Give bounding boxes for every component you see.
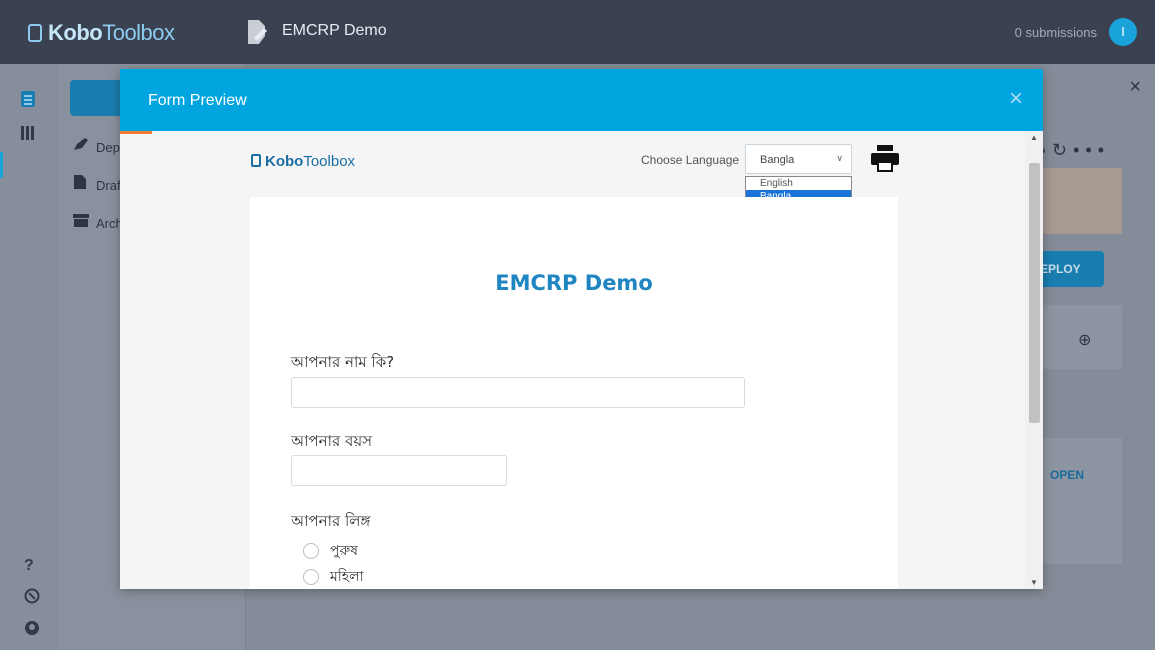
form-card: EMCRP Demo আপনার নাম কি? আপনার বয়স আপনা… (250, 197, 898, 589)
github-icon[interactable] (24, 620, 40, 636)
form-preview-modal: Form Preview × KoboToolbox Choose Langua… (120, 69, 1043, 589)
question-label-name: আপনার নাম কি? (291, 353, 395, 371)
project-title: EMCRP Demo (282, 22, 387, 39)
sidebar-item-label: Dep (96, 140, 120, 155)
background-alert-card (1040, 168, 1122, 234)
more-icon[interactable]: ••• (1073, 140, 1110, 160)
sidebar-item-archived[interactable]: Arch (72, 212, 123, 231)
library-icon[interactable] (20, 124, 36, 142)
language-select[interactable]: Bangla ∨ (745, 144, 852, 174)
radio-label-female: মহিলা (330, 569, 364, 585)
logo-text-bold: Kobo (48, 20, 103, 45)
preview-scrollbar[interactable]: ▲ ▼ (1025, 131, 1043, 589)
language-label: Choose Language (641, 153, 740, 167)
name-input[interactable] (291, 377, 745, 408)
scroll-down-arrow[interactable]: ▼ (1030, 578, 1038, 587)
chevron-down-icon: ∨ (836, 153, 843, 163)
archive-icon (73, 214, 89, 227)
scroll-up-arrow[interactable]: ▲ (1030, 133, 1038, 142)
logo-text: Toolbox (303, 153, 356, 170)
forms-icon[interactable] (20, 90, 36, 108)
modal-title: Form Preview (148, 92, 247, 109)
globe-icon[interactable]: ⊕ (1078, 330, 1091, 350)
submissions-count: 0 submissions (1014, 25, 1097, 40)
close-icon[interactable]: × (1009, 85, 1023, 113)
gender-radio-male[interactable] (303, 543, 319, 559)
support-icon[interactable] (24, 588, 40, 604)
form-preview-frame: KoboToolbox Choose Language Bangla ∨ Eng… (120, 131, 1025, 589)
toolbar-icons: ›↻••• (1040, 140, 1110, 161)
rail-active-indicator (0, 152, 3, 178)
rocket-icon (74, 138, 88, 150)
radio-label-male: পুরুষ (330, 543, 358, 559)
panel-close-icon[interactable]: × (1129, 76, 1141, 99)
sidebar-item-deployed[interactable]: Dep (72, 136, 120, 155)
redeploy-button[interactable]: EPLOY (1040, 251, 1104, 287)
user-avatar[interactable]: I (1109, 18, 1137, 46)
kobo-logo-icon (251, 154, 261, 167)
refresh-icon[interactable]: ↻ (1052, 140, 1073, 160)
top-navbar: KoboToolbox EMCRP Demo 0 submissions I (0, 0, 1155, 64)
preview-logo: KoboToolbox (251, 153, 355, 170)
draft-icon (74, 175, 86, 189)
kobo-logo-icon (28, 24, 42, 42)
loading-bar (120, 131, 152, 134)
language-option-english[interactable]: English (746, 177, 851, 190)
sidebar-item-label: Draf (96, 178, 121, 193)
scrollbar-thumb[interactable] (1029, 163, 1040, 423)
logo-text-bold: Kobo (265, 153, 304, 170)
left-rail: ? (0, 64, 58, 650)
logo-text: Toolbox (102, 20, 175, 45)
sidebar-item-label: Arch (96, 216, 123, 231)
age-input[interactable] (291, 455, 507, 486)
modal-header: Form Preview × (120, 69, 1043, 131)
background-card (1040, 438, 1122, 564)
kobotoolbox-logo[interactable]: KoboToolbox (28, 20, 175, 46)
language-selected-value: Bangla (760, 154, 795, 166)
form-title: EMCRP Demo (495, 271, 653, 295)
question-label-gender: আপনার লিঙ্গ (291, 512, 371, 530)
open-link[interactable]: OPEN (1050, 468, 1084, 482)
form-edit-icon (248, 20, 267, 44)
print-icon[interactable] (870, 144, 900, 174)
question-label-age: আপনার বয়স (291, 432, 373, 450)
gender-radio-female[interactable] (303, 569, 319, 585)
help-icon[interactable]: ? (24, 557, 34, 575)
sidebar-item-draft[interactable]: Draf (72, 174, 121, 193)
